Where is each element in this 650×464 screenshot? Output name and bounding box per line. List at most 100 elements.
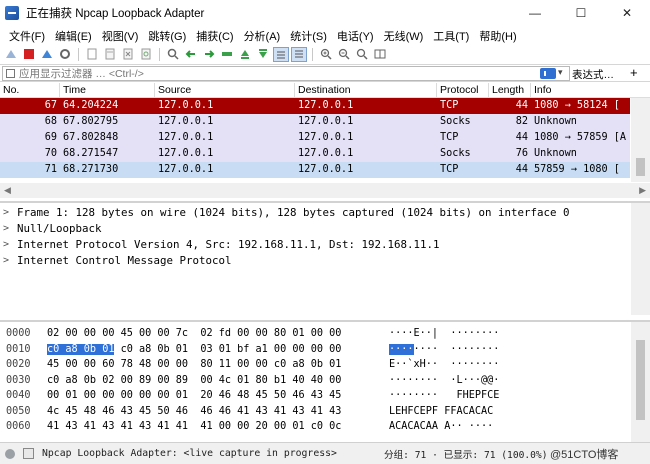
bytes-vscrollbar[interactable] — [631, 322, 650, 442]
autoscroll-icon[interactable] — [273, 46, 289, 62]
packet-info: Unknown — [534, 116, 577, 127]
hex-ascii[interactable]: LEHFCEPF FFACACAC — [389, 404, 493, 419]
hex-bytes[interactable]: 02 00 00 00 45 00 00 7c 02 fd 00 00 80 0… — [47, 326, 341, 341]
packet-list-hscrollbar[interactable]: ◀ ▶ — [0, 183, 650, 198]
menu-telephony[interactable]: 电话(Y) — [332, 28, 379, 44]
detail-row-ipv4[interactable]: > Internet Protocol Version 4, Src: 192.1… — [0, 237, 650, 253]
column-info[interactable]: Info — [531, 83, 650, 98]
packet-row[interactable]: 71 68.271730 127.0.0.1 127.0.0.1 TCP 44 57859 … — [0, 162, 630, 178]
main-toolbar — [0, 45, 650, 63]
packet-time: 68.271730 — [63, 164, 119, 175]
menu-file[interactable]: 文件(F) — [4, 28, 50, 44]
filter-bookmark-icon[interactable] — [6, 69, 15, 78]
menu-wireless[interactable]: 无线(W) — [379, 28, 429, 44]
open-file-icon[interactable] — [84, 47, 100, 62]
hex-offset: 0020 — [6, 359, 31, 370]
stop-capture-icon[interactable] — [21, 47, 37, 62]
packet-row[interactable]: 67 64.204224 127.0.0.1 127.0.0.1 TCP 44 1080 →… — [0, 98, 630, 114]
expand-arrow-icon[interactable]: > — [3, 221, 17, 237]
scroll-left-arrow-icon[interactable]: ◀ — [4, 185, 11, 196]
first-packet-icon[interactable] — [237, 47, 253, 62]
column-length[interactable]: Length — [489, 83, 531, 98]
column-source[interactable]: Source — [155, 83, 295, 98]
resize-columns-icon[interactable] — [372, 47, 388, 62]
bytes-scroll-thumb[interactable] — [636, 340, 645, 420]
maximize-button[interactable]: ☐ — [558, 0, 604, 26]
ascii-text: ········ ·L···@@· — [389, 374, 500, 386]
menu-view[interactable]: 视图(V) — [97, 28, 144, 44]
packet-protocol: TCP — [440, 132, 459, 143]
expression-button[interactable]: 表达式… — [572, 67, 614, 82]
packet-row[interactable]: 69 67.802848 127.0.0.1 127.0.0.1 TCP 44 1080 →… — [0, 130, 630, 146]
shark-fin-start-icon[interactable] — [3, 47, 19, 62]
hex-bytes[interactable]: c0 a8 0b 02 00 89 00 89 00 4c 01 80 b1 4… — [47, 373, 341, 388]
expand-arrow-icon[interactable]: > — [3, 237, 17, 253]
packet-destination: 127.0.0.1 — [298, 164, 354, 175]
menu-statistics[interactable]: 统计(S) — [285, 28, 332, 44]
column-destination[interactable]: Destination — [295, 83, 437, 98]
packet-row[interactable]: 68 67.802795 127.0.0.1 127.0.0.1 Socks 82 Unkn… — [0, 114, 630, 130]
hex-ascii[interactable]: ········ ········ — [389, 342, 499, 357]
add-filter-button[interactable]: + — [630, 65, 638, 80]
packet-no: 67 — [44, 100, 57, 111]
column-time[interactable]: Time — [60, 83, 155, 98]
menu-capture[interactable]: 捕获(C) — [191, 28, 238, 44]
scroll-right-arrow-icon[interactable]: ▶ — [639, 185, 646, 196]
column-no[interactable]: No. — [0, 83, 60, 98]
packet-time: 68.271547 — [63, 148, 119, 159]
close-button[interactable]: ✕ — [604, 0, 650, 26]
hex-ascii[interactable]: ACACACAA A·· ···· — [389, 419, 493, 434]
expand-arrow-icon[interactable]: > — [3, 253, 17, 269]
expand-arrow-icon[interactable]: > — [3, 205, 17, 221]
hex-bytes[interactable]: 41 43 41 43 41 43 41 41 41 00 00 20 00 0… — [47, 419, 341, 434]
restart-capture-icon[interactable] — [39, 47, 55, 62]
display-filter-field[interactable] — [2, 66, 570, 81]
expert-info-icon[interactable] — [5, 448, 15, 459]
go-forward-arrow-icon[interactable] — [201, 47, 217, 62]
detail-row-icmp[interactable]: > Internet Control Message Protocol — [0, 253, 650, 269]
menu-tools[interactable]: 工具(T) — [428, 28, 474, 44]
reload-icon[interactable] — [138, 47, 154, 62]
detail-row-null-loopback[interactable]: > Null/Loopback — [0, 221, 650, 237]
colorize-icon[interactable] — [291, 46, 307, 62]
hex-bytes[interactable]: c0 a8 0b 01 c0 a8 0b 01 03 01 bf a1 00 0… — [47, 342, 341, 357]
hex-ascii[interactable]: ········ FHEPFCE — [389, 388, 499, 403]
column-protocol[interactable]: Protocol — [437, 83, 489, 98]
packet-no: 68 — [44, 116, 57, 127]
apply-filter-arrow-icon[interactable] — [540, 68, 556, 79]
zoom-normal-icon[interactable] — [354, 47, 370, 62]
find-packet-icon[interactable] — [165, 47, 181, 62]
packet-row[interactable]: 70 68.271547 127.0.0.1 127.0.0.1 Socks 76 Unkn… — [0, 146, 630, 162]
menu-help[interactable]: 帮助(H) — [474, 28, 521, 44]
go-back-arrow-icon[interactable] — [183, 47, 199, 62]
hex-bytes[interactable]: 4c 45 48 46 43 45 50 46 46 46 41 43 41 4… — [47, 404, 341, 419]
details-vscrollbar[interactable] — [631, 203, 650, 315]
minimize-button[interactable]: — — [512, 0, 558, 26]
filter-history-dropdown[interactable]: ▾ — [558, 67, 563, 78]
save-file-icon[interactable] — [102, 47, 118, 62]
hex-bytes[interactable]: 00 01 00 00 00 00 00 01 20 46 48 45 50 4… — [47, 388, 341, 403]
close-file-icon[interactable] — [120, 47, 136, 62]
ascii-text: ····E··| ········ — [389, 328, 500, 339]
hex-bytes[interactable]: 45 00 00 60 78 48 00 00 80 11 00 00 c0 a… — [47, 357, 341, 372]
capture-comment-icon[interactable] — [23, 448, 34, 459]
last-packet-icon[interactable] — [255, 47, 271, 62]
wireshark-app-icon — [5, 6, 19, 20]
menu-analyze[interactable]: 分析(A) — [239, 28, 286, 44]
packet-time: 67.802795 — [63, 116, 119, 127]
go-to-packet-icon[interactable] — [219, 47, 235, 62]
packet-protocol: Socks — [440, 148, 471, 159]
capture-options-gear-icon[interactable] — [57, 47, 73, 62]
packet-list-vscrollbar[interactable] — [631, 98, 650, 182]
menu-edit[interactable]: 编辑(E) — [50, 28, 97, 44]
detail-row-frame[interactable]: > Frame 1: 128 bytes on wire (1024 bits),… — [0, 205, 650, 221]
packet-list-scroll-thumb[interactable] — [636, 158, 645, 176]
menu-go[interactable]: 跳转(G) — [143, 28, 191, 44]
hex-ascii[interactable]: E··`xH·· ········ — [389, 357, 499, 372]
zoom-out-icon[interactable] — [336, 47, 352, 62]
hex-ascii[interactable]: ····E··| ········ — [389, 326, 499, 341]
display-filter-input[interactable] — [19, 67, 519, 80]
hex-offset: 0010 — [6, 343, 31, 355]
zoom-in-icon[interactable] — [318, 47, 334, 62]
hex-ascii[interactable]: ········ ·L···@@· — [389, 373, 499, 388]
